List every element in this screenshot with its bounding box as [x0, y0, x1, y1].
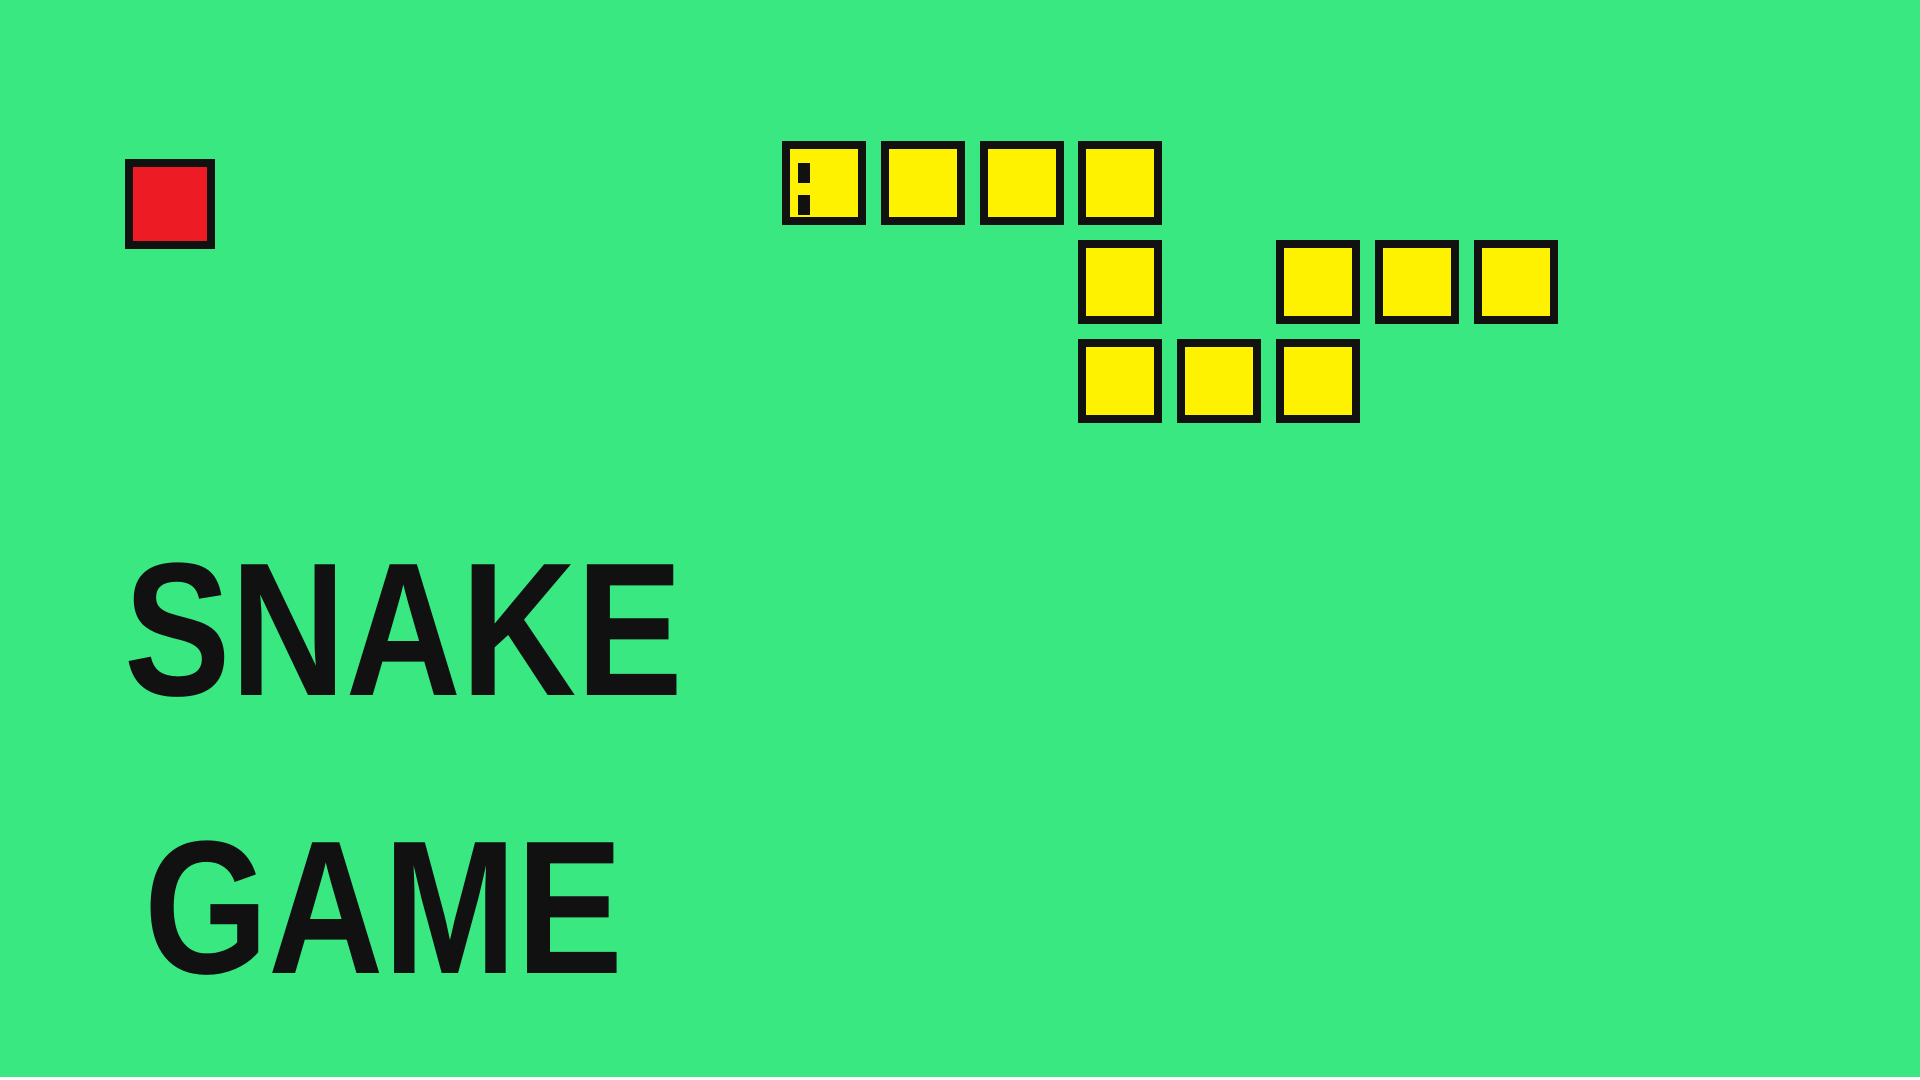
snake-eye [798, 195, 810, 215]
snake-segment [1078, 338, 1163, 423]
food-pellet [125, 159, 215, 249]
snake-segment [1177, 338, 1262, 423]
snake-segment [880, 141, 965, 225]
snake-segment [1078, 141, 1163, 225]
snake-segment [1276, 338, 1360, 423]
snake-head [782, 141, 866, 225]
snake-segment [1473, 239, 1558, 324]
game-title-line-2: GAME [144, 802, 623, 1014]
game-title-line-1: SNAKE [124, 524, 683, 736]
snake-segment [1374, 239, 1459, 324]
snake-segment [1276, 239, 1360, 324]
snake-segment [979, 141, 1064, 225]
snake-eye [798, 163, 810, 183]
game-board: SNAKE GAME [0, 0, 1920, 1077]
snake-segment [1078, 239, 1163, 324]
